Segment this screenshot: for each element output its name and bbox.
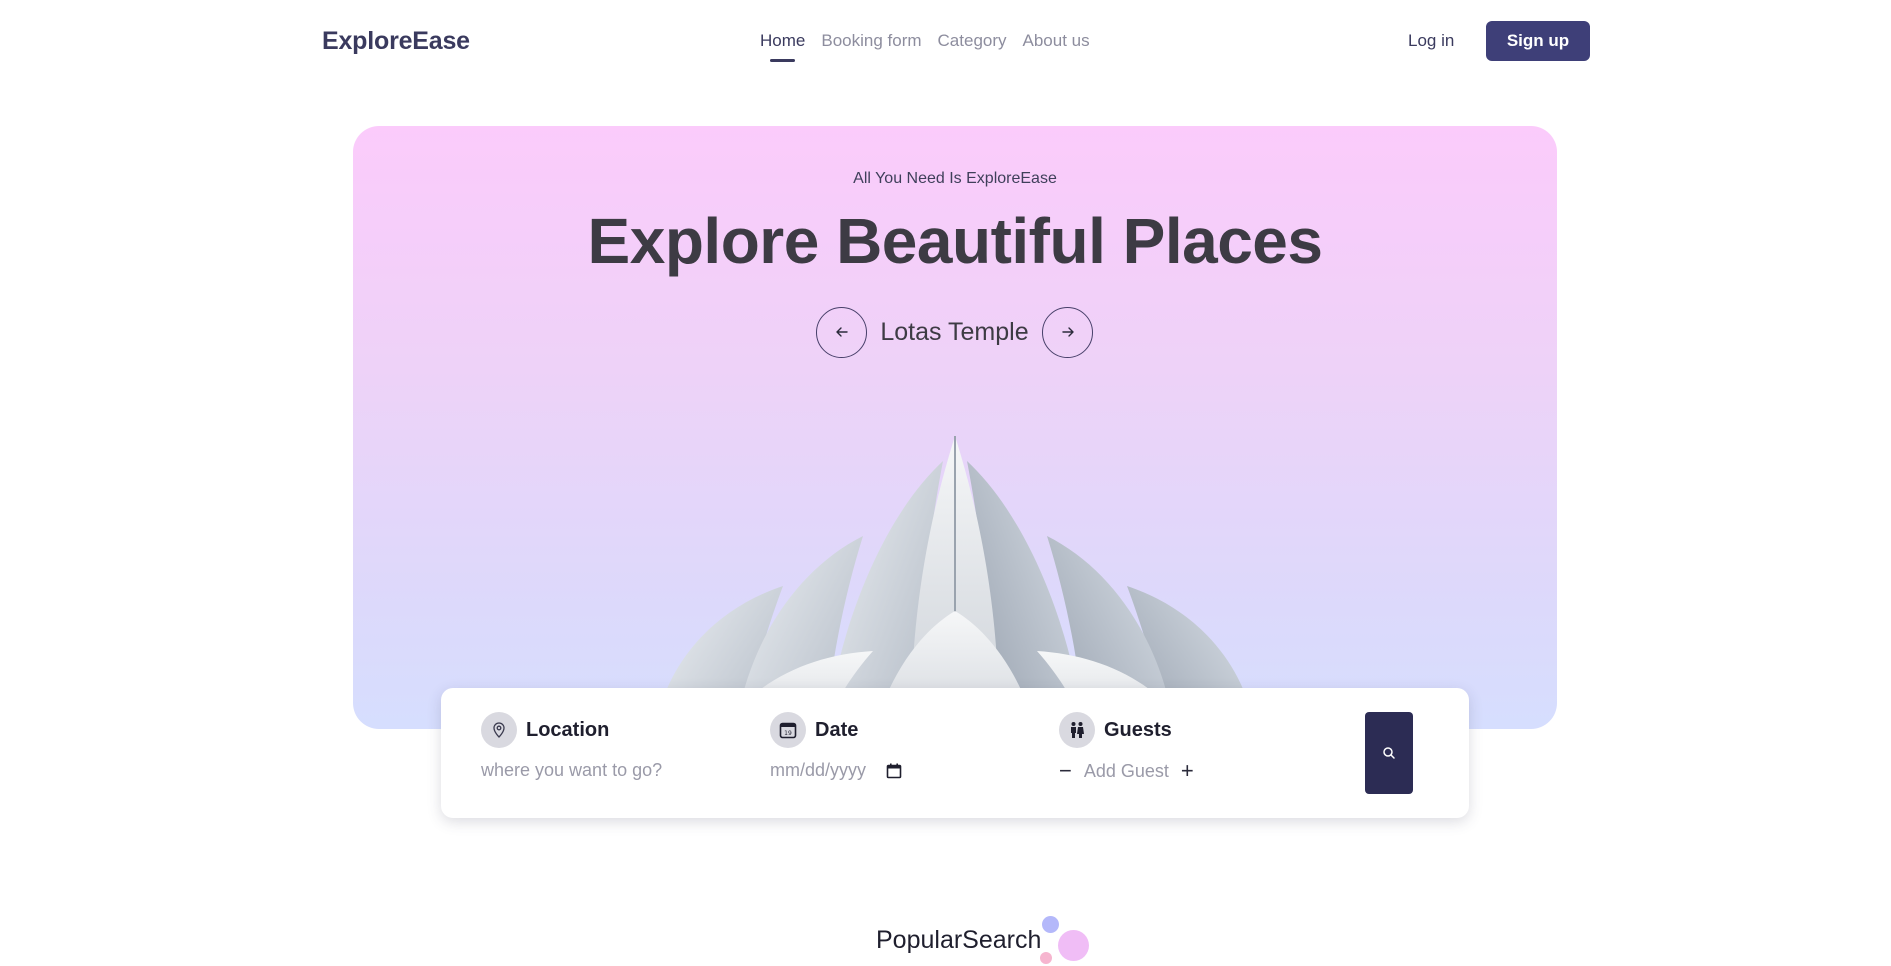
prev-slide-button[interactable] [816, 306, 867, 358]
map-pin-icon [481, 712, 517, 748]
top-navbar: ExploreEase Home Booking form Category A… [0, 0, 1891, 84]
nav-item-booking-form[interactable]: Booking form [821, 31, 921, 51]
guests-field: Guests − Add Guest + [1059, 712, 1194, 782]
date-field: 19 Date mm/dd/yyyy [770, 712, 902, 781]
guest-stepper: − Add Guest + [1059, 760, 1194, 782]
nav-item-home[interactable]: Home [760, 31, 805, 62]
arrow-right-icon [1061, 327, 1074, 337]
minus-guest-button[interactable]: − [1059, 760, 1072, 782]
search-card: Location where you want to go? 19 Date m… [441, 688, 1469, 818]
nav-item-category[interactable]: Category [938, 31, 1007, 51]
location-label: Location [526, 718, 610, 741]
arrow-left-icon [835, 327, 848, 337]
search-icon [1383, 747, 1395, 759]
decorative-dot [1042, 916, 1059, 933]
hero-banner: All You Need Is ExploreEase Explore Beau… [353, 126, 1557, 729]
popular-search-heading: PopularSearch [876, 926, 1042, 954]
logo[interactable]: ExploreEase [322, 27, 470, 56]
destination-slider: Lotas Temple [816, 306, 1093, 358]
slide-title: Lotas Temple [880, 317, 1029, 346]
decorative-dot [1040, 952, 1052, 964]
svg-text:19: 19 [784, 730, 792, 737]
calendar-picker-icon[interactable] [886, 763, 902, 779]
search-button[interactable] [1365, 712, 1413, 794]
guests-label: Guests [1104, 718, 1172, 741]
date-value: mm/dd/yyyy [770, 760, 867, 780]
plus-guest-button[interactable]: + [1181, 760, 1194, 782]
signup-button[interactable]: Sign up [1486, 21, 1590, 61]
lotus-temple-image [654, 436, 1256, 729]
location-input[interactable]: where you want to go? [481, 760, 662, 781]
hero-tagline: All You Need Is ExploreEase [853, 170, 1057, 187]
people-icon [1059, 712, 1095, 748]
main-menu: Home Booking form Category About us [760, 31, 1090, 62]
date-label: Date [815, 718, 859, 741]
guest-value: Add Guest [1083, 760, 1169, 781]
next-slide-button[interactable] [1042, 306, 1093, 358]
login-button[interactable]: Log in [1408, 31, 1454, 51]
calendar-icon: 19 [770, 712, 806, 748]
nav-item-about-us[interactable]: About us [1023, 31, 1090, 51]
hero-headline: Explore Beautiful Places [587, 205, 1323, 277]
date-input[interactable]: mm/dd/yyyy [770, 760, 902, 781]
decorative-dot [1058, 930, 1089, 961]
location-field: Location where you want to go? [481, 712, 662, 781]
